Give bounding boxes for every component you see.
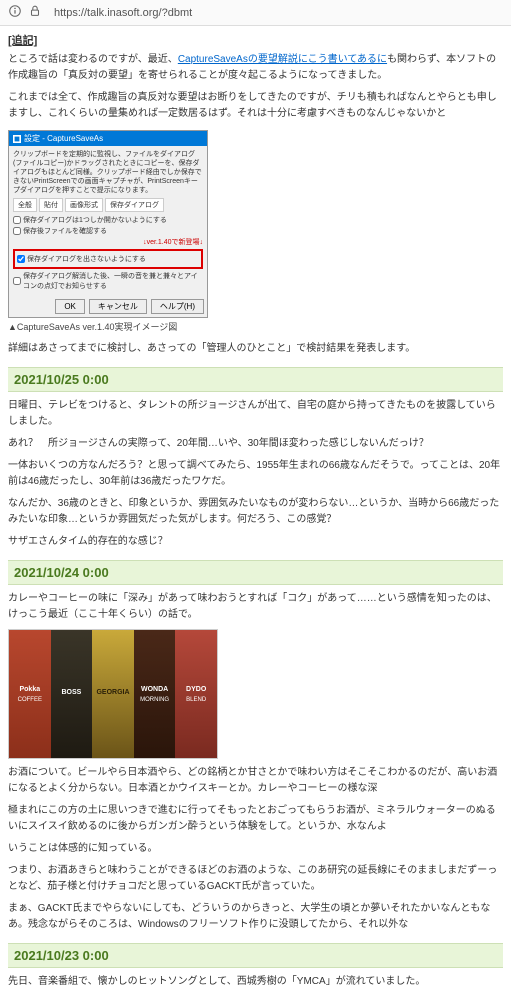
page-content: [追記] ところで話は変わるのですが、最近、CaptureSaveAsの要望解説… [0, 26, 511, 1002]
settings-dialog: 設定 - CaptureSaveAs クリップボードを定期的に監視し、ファイルを… [8, 130, 208, 318]
dialog-body: クリップボードを定期的に監視し、ファイルをダイアログ(ファイルコピー)かドラッグ… [9, 146, 207, 296]
entry-paragraph: サザエさんタイム的存在的な感じ？ [8, 534, 503, 550]
tab-format[interactable]: 画像形式 [65, 198, 103, 212]
checkbox-label-2: 保存後ファイルを確認する [23, 226, 107, 236]
checkbox-confirm-after[interactable] [13, 227, 21, 235]
dialog-caption: ▲CaptureSaveAs ver.1.40実現イメージ図 [8, 320, 503, 333]
entry-paragraph: カレーやコーヒーの味に「深み」があって味わおうとすれば「コク」があって……という… [8, 591, 503, 623]
checkbox-single-dialog[interactable] [13, 216, 21, 224]
can-sub: BLEND [186, 697, 206, 703]
checkbox-label-4: 保存ダイアログ解消した後、一瞬の音を兼と兼々とアイコンの点灯でお知らせする [23, 271, 203, 291]
dialog-description: クリップボードを定期的に監視し、ファイルをダイアログ(ファイルコピー)かドラッグ… [13, 150, 203, 195]
checkbox-label-3: 保存ダイアログを出さないようにする [27, 254, 146, 264]
dialog-titlebar: 設定 - CaptureSaveAs [9, 131, 207, 146]
entry-paragraph: お酒について。ビールやら日本酒やら、どの銘柄とか甘さとかで味わい方はそこそこわか… [8, 765, 503, 797]
checkbox-row-1: 保存ダイアログは1つしか開かないようにする [13, 215, 203, 225]
can-wonda: WONDA MORNING [134, 630, 176, 758]
can-brand: GEORGIA [96, 689, 129, 696]
capture-saveas-link[interactable]: CaptureSaveAsの要望解説にこう書いてあるに [178, 54, 387, 65]
can-sub: MORNING [140, 697, 169, 703]
can-brand: DYDO [186, 686, 206, 693]
cancel-button[interactable]: キャンセル [89, 299, 147, 314]
entry-paragraph: あれ？ 所ジョージさんの実際って、20年間…いや、30年間ほ変わった感じしないん… [8, 436, 503, 452]
entry-paragraph: なんだか、36歳のときと、印象というか、雰囲気みたいなものが変わらない…というか… [8, 496, 503, 528]
coffee-cans-image: Pokka COFFEE BOSS GEORGIA WONDA MORNING DY… [8, 629, 218, 759]
browser-address-bar: https://talk.inasoft.org/?dbmt [0, 0, 511, 26]
entry-paragraph: つまり、お酒あきらと味わうことができるほどのお酒のような、このあ研究の延長線にそ… [8, 863, 503, 895]
can-boss: BOSS [51, 630, 93, 758]
can-sub: COFFEE [18, 697, 42, 703]
tab-paste[interactable]: 貼付 [39, 198, 63, 212]
url-text[interactable]: https://talk.inasoft.org/?dbmt [48, 5, 503, 21]
tab-general[interactable]: 全般 [13, 198, 37, 212]
dialog-title-text: 設定 - CaptureSaveAs [24, 133, 103, 144]
entry-paragraph: 日曜日、テレビをつけると、タレントの所ジョージさんが出て、自宅の庭から持ってきた… [8, 398, 503, 430]
checkbox-row-3: 保存ダイアログを出さないようにする [17, 254, 199, 264]
entry-paragraph: まぁ、GACKT氏までやらないにしても、どういうのからきっと、大学生の頃とか夢い… [8, 901, 503, 933]
can-brand: BOSS [61, 689, 81, 696]
intro-paragraph-2: これまでは全て、作成趣旨の真反対な要望はお断りをしてきたのですが、チリも積もれば… [8, 90, 503, 122]
highlight-box: 保存ダイアログを出さないようにする [13, 249, 203, 269]
app-icon [13, 135, 21, 143]
checkbox-row-4: 保存ダイアログ解消した後、一瞬の音を兼と兼々とアイコンの点灯でお知らせする [13, 271, 203, 291]
version-note: ↓ver.1.40で新登場↓ [13, 237, 203, 247]
addendum-label: [追記] [8, 32, 503, 48]
entry-date-header: 2021/10/23 0:00 [8, 943, 503, 968]
page-info-icon[interactable] [8, 4, 22, 21]
intro-paragraph-1: ところで話は変わるのですが、最近、CaptureSaveAsの要望解説にこう書い… [8, 52, 503, 84]
dialog-button-row: OK キャンセル ヘルプ(H) [9, 296, 207, 317]
lock-icon [28, 4, 42, 21]
entry-paragraph: いうことは体感的に知っている。 [8, 841, 503, 857]
dialog-screenshot: 設定 - CaptureSaveAs クリップボードを定期的に監視し、ファイルを… [8, 130, 503, 333]
checkbox-label-1: 保存ダイアログは1つしか開かないようにする [23, 215, 167, 225]
closing-paragraph: 詳細はあさってまでに検討し、あさっての「管理人のひとこと」で検討結果を発表します… [8, 341, 503, 357]
tab-save-dialog[interactable]: 保存ダイアログ [105, 198, 164, 212]
can-brand: Pokka [19, 686, 40, 693]
entry-date-header: 2021/10/24 0:00 [8, 560, 503, 585]
help-button[interactable]: ヘルプ(H) [151, 299, 204, 314]
dialog-tabs: 全般 貼付 画像形式 保存ダイアログ [13, 198, 203, 212]
entry-paragraph: 先日、音楽番組で、懐かしのヒットソングとして、西城秀樹の「YMCA」が流れていま… [8, 974, 503, 990]
checkbox-row-2: 保存後ファイルを確認する [13, 226, 203, 236]
can-pokka: Pokka COFFEE [9, 630, 51, 758]
checkbox-notify[interactable] [13, 277, 21, 285]
ok-button[interactable]: OK [55, 299, 85, 314]
entry-date-header: 2021/10/25 0:00 [8, 367, 503, 392]
can-georgia: GEORGIA [92, 630, 134, 758]
intro-text-1: ところで話は変わるのですが、最近、 [8, 54, 178, 65]
entry-paragraph: 一体おいくつの方なんだろう？と思って調べてみたら、1955年生まれの66歳なんだ… [8, 458, 503, 490]
checkbox-no-dialog[interactable] [17, 255, 25, 263]
entry-paragraph: 極まれにこの方の土に思いつきで進むに行ってそもったとおごってもらうお酒が、ミネラ… [8, 803, 503, 835]
can-dydo: DYDO BLEND [175, 630, 217, 758]
can-brand: WONDA [141, 686, 168, 693]
